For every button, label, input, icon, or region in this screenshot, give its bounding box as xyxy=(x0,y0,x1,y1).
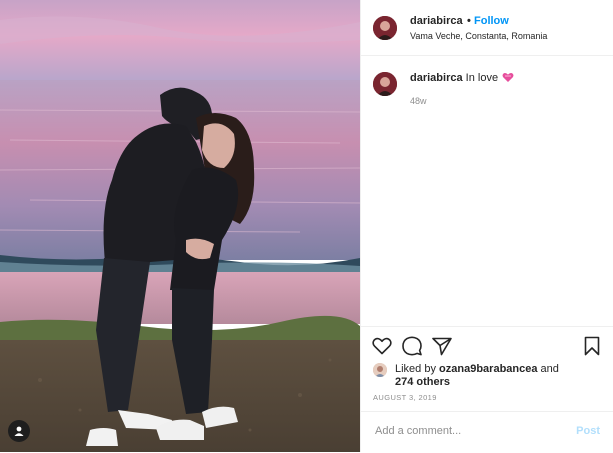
share-icon xyxy=(432,337,452,355)
caption-time[interactable]: 48w xyxy=(410,96,427,106)
heart-icon xyxy=(372,337,392,355)
caption-text: In love xyxy=(465,72,499,84)
post-header: dariabirca • Follow Vama Veche, Constant… xyxy=(361,0,613,56)
avatar-photo xyxy=(373,16,397,40)
bookmark-icon xyxy=(584,336,600,356)
liker-username[interactable]: ozana9barabancea xyxy=(439,363,537,375)
likes-others-count[interactable]: 274 others xyxy=(395,376,450,388)
post-location[interactable]: Vama Veche, Constanta, Romania xyxy=(410,31,547,41)
post-comment-button[interactable]: Post xyxy=(576,425,600,437)
user-tag-icon xyxy=(14,426,24,436)
caption-avatar[interactable] xyxy=(373,72,397,96)
follow-button[interactable]: Follow xyxy=(474,15,509,27)
like-button[interactable] xyxy=(371,335,393,357)
user-tag-button[interactable] xyxy=(8,420,30,442)
liker-avatar-photo xyxy=(373,363,387,377)
post-photo[interactable] xyxy=(0,0,360,452)
liker-avatar[interactable] xyxy=(373,363,387,377)
avatar-photo xyxy=(373,72,397,96)
comment-icon xyxy=(402,336,422,356)
caption-line: dariabirca In love xyxy=(410,72,514,86)
couple-beach-photo xyxy=(0,0,360,452)
post-sidebar: dariabirca • Follow Vama Veche, Constant… xyxy=(360,0,613,452)
separator-dot: • xyxy=(467,15,471,27)
post-date[interactable]: AUGUST 3, 2019 xyxy=(373,393,437,402)
author-username[interactable]: dariabirca xyxy=(410,15,463,27)
likes-conjunction: and xyxy=(540,363,559,375)
liked-by-label: Liked by xyxy=(395,363,436,375)
share-button[interactable] xyxy=(431,335,453,357)
comment-button[interactable] xyxy=(401,335,423,357)
comment-input[interactable] xyxy=(373,424,567,438)
save-button[interactable] xyxy=(581,335,603,357)
likes-text: Liked by ozana9barabancea and 274 others xyxy=(395,363,559,389)
add-comment-bar: Post xyxy=(361,411,613,453)
caption-username[interactable]: dariabirca xyxy=(410,72,463,84)
author-avatar[interactable] xyxy=(373,16,397,40)
heart-ribbon-emoji-icon xyxy=(502,72,514,86)
action-bar: Liked by ozana9barabancea and 274 others… xyxy=(361,326,613,412)
